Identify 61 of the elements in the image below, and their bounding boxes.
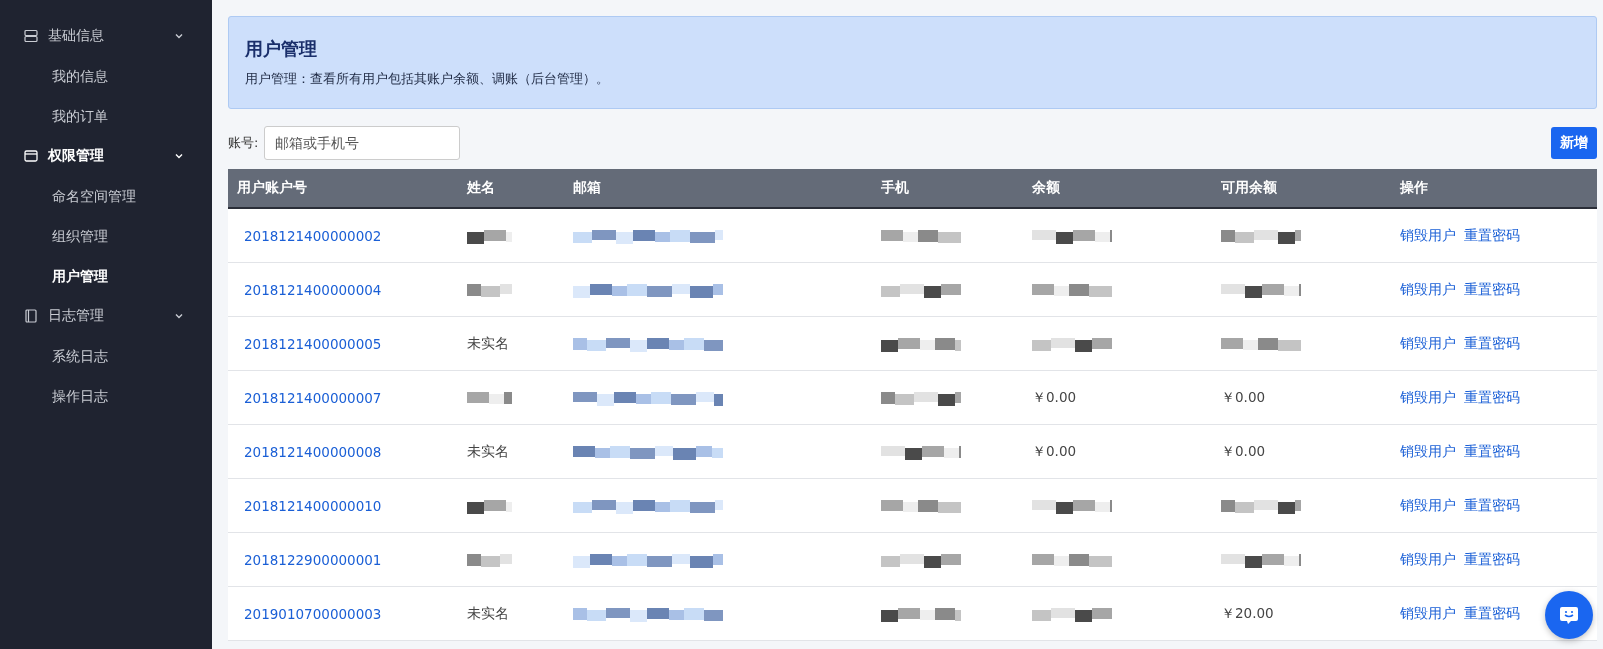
sidebar-group[interactable]: 基础信息 bbox=[0, 16, 212, 56]
action-link[interactable]: 销毁用户 bbox=[1400, 226, 1456, 243]
table-cell: 未实名 bbox=[467, 442, 509, 459]
account-link[interactable]: 2018121400000010 bbox=[244, 497, 382, 514]
action-link[interactable]: 销毁用户 bbox=[1400, 496, 1456, 513]
action-link[interactable]: 销毁用户 bbox=[1400, 334, 1456, 351]
column-header: 姓名 bbox=[458, 169, 564, 208]
action-link[interactable]: 销毁用户 bbox=[1400, 388, 1456, 405]
action-link[interactable]: 重置密码 bbox=[1464, 280, 1520, 297]
page-title: 用户管理 bbox=[245, 37, 318, 61]
chevron-down-icon bbox=[174, 311, 184, 321]
account-link[interactable]: 2018121400000004 bbox=[244, 281, 382, 298]
table-cell: ￥0.00 bbox=[1221, 442, 1266, 459]
sidebar-group[interactable]: 权限管理 bbox=[0, 136, 212, 176]
book-icon bbox=[24, 309, 38, 323]
account-search-field[interactable]: 邮箱或手机号 bbox=[264, 126, 461, 160]
sidebar-item[interactable]: 组织管理 bbox=[52, 228, 108, 244]
table-cell: ￥0.00 bbox=[1032, 388, 1077, 405]
sidebar-item[interactable]: 操作日志 bbox=[52, 388, 108, 404]
account-link[interactable]: 2018121400000008 bbox=[244, 443, 382, 460]
action-link[interactable]: 重置密码 bbox=[1464, 550, 1520, 567]
column-header: 手机 bbox=[872, 169, 1023, 208]
account-link[interactable]: 2019010700000003 bbox=[244, 605, 382, 622]
sidebar-item[interactable]: 我的信息 bbox=[52, 68, 108, 84]
action-link[interactable]: 销毁用户 bbox=[1400, 442, 1456, 459]
chevron-down-icon bbox=[174, 31, 184, 41]
account-link[interactable]: 2018121400000002 bbox=[244, 227, 382, 244]
action-link[interactable]: 销毁用户 bbox=[1400, 550, 1456, 567]
sidebar-group[interactable]: 日志管理 bbox=[0, 296, 212, 336]
action-link[interactable]: 销毁用户 bbox=[1400, 604, 1456, 621]
chevron-down-icon bbox=[174, 151, 184, 161]
chat-icon bbox=[1558, 604, 1580, 626]
table-cell: ￥0.00 bbox=[1221, 388, 1266, 405]
action-link[interactable]: 重置密码 bbox=[1464, 226, 1520, 243]
page-description: 用户管理：查看所有用户包括其账户余额、调账（后台管理）。 bbox=[245, 71, 610, 88]
sidebar-item[interactable]: 用户管理 bbox=[52, 268, 108, 284]
column-header: 操作 bbox=[1391, 169, 1597, 208]
action-link[interactable]: 重置密码 bbox=[1464, 442, 1520, 459]
action-link[interactable]: 销毁用户 bbox=[1400, 280, 1456, 297]
table-cell: 未实名 bbox=[467, 604, 509, 621]
server-icon bbox=[24, 29, 38, 43]
action-link[interactable]: 重置密码 bbox=[1464, 388, 1520, 405]
column-header: 邮箱 bbox=[564, 169, 872, 208]
action-link[interactable]: 重置密码 bbox=[1464, 604, 1520, 621]
window-icon bbox=[24, 149, 38, 163]
column-header: 余额 bbox=[1023, 169, 1212, 208]
action-link[interactable]: 重置密码 bbox=[1464, 496, 1520, 513]
table-cell: ￥0.00 bbox=[1032, 442, 1077, 459]
account-link[interactable]: 2018121400000007 bbox=[244, 389, 382, 406]
sidebar-item[interactable]: 我的订单 bbox=[52, 108, 108, 124]
field-label: 账号: bbox=[228, 134, 259, 152]
table-cell: 未实名 bbox=[467, 334, 509, 351]
column-header: 用户账户号 bbox=[228, 169, 458, 208]
sidebar-item[interactable]: 系统日志 bbox=[52, 348, 108, 364]
table-cell: ￥20.00 bbox=[1221, 604, 1274, 621]
add-button[interactable]: 新增 bbox=[1551, 127, 1597, 159]
account-link[interactable]: 2018122900000001 bbox=[244, 551, 382, 568]
column-header: 可用余额 bbox=[1212, 169, 1391, 208]
action-link[interactable]: 重置密码 bbox=[1464, 334, 1520, 351]
account-link[interactable]: 2018121400000005 bbox=[244, 335, 382, 352]
sidebar-item[interactable]: 命名空间管理 bbox=[52, 188, 136, 204]
